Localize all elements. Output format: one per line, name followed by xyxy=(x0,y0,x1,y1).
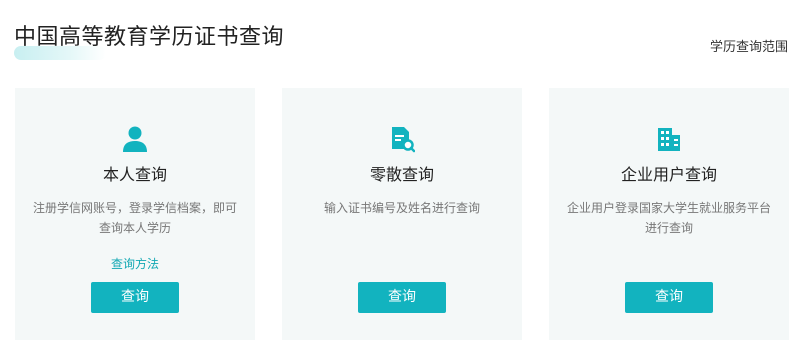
self-query-button[interactable]: 查询 xyxy=(91,282,179,313)
user-icon xyxy=(123,126,147,152)
card-self-query: 本人查询 注册学信网账号，登录学信档案，即可查询本人学历 查询方法 查询 xyxy=(15,88,255,340)
building-icon xyxy=(658,128,680,151)
card-title: 零散查询 xyxy=(369,165,434,184)
page-header: 中国高等教育学历证书查询 学历查询范围 xyxy=(0,0,800,80)
query-scope-link[interactable]: 学历查询范围 xyxy=(710,36,788,55)
enterprise-query-button[interactable]: 查询 xyxy=(625,282,713,313)
query-method-link[interactable]: 查询方法 xyxy=(15,255,255,272)
card-enterprise-query: 企业用户查询 企业用户登录国家大学生就业服务平台进行查询 查询 xyxy=(549,88,789,340)
card-single-query: 零散查询 输入证书编号及姓名进行查询 查询 xyxy=(282,88,522,340)
page-title: 中国高等教育学历证书查询 xyxy=(14,25,285,50)
card-title: 本人查询 xyxy=(102,165,167,184)
title-block: 中国高等教育学历证书查询 xyxy=(14,22,285,60)
card-description: 注册学信网账号，登录学信档案，即可查询本人学历 xyxy=(33,201,238,235)
card-title: 企业用户查询 xyxy=(620,165,717,184)
card-description: 企业用户登录国家大学生就业服务平台进行查询 xyxy=(567,201,772,235)
query-options: 本人查询 注册学信网账号，登录学信档案，即可查询本人学历 查询方法 查询 零散查… xyxy=(15,88,790,340)
single-query-button[interactable]: 查询 xyxy=(358,282,446,313)
card-description: 输入证书编号及姓名进行查询 xyxy=(323,201,480,215)
document-search-icon xyxy=(392,127,415,153)
